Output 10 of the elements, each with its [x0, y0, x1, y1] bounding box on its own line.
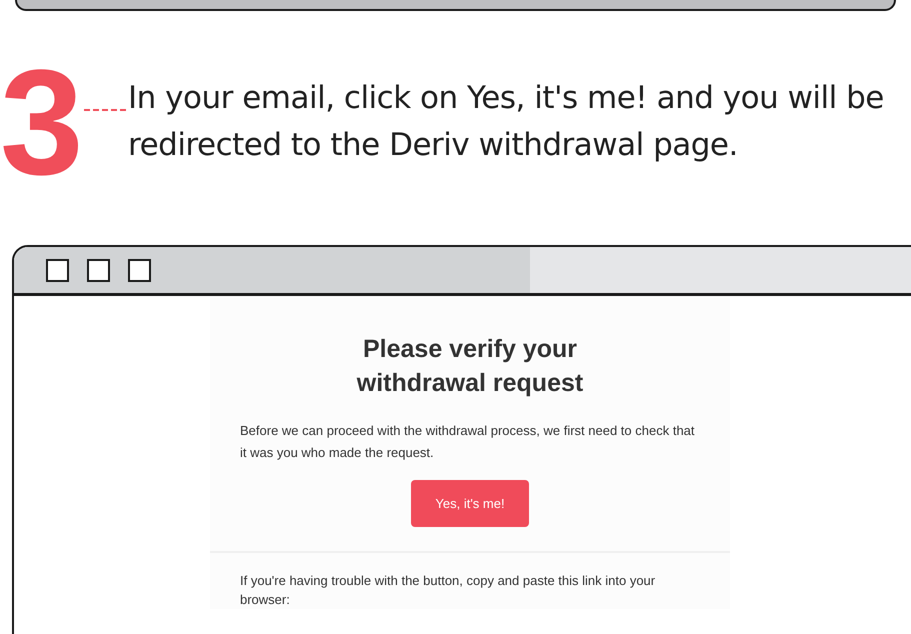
- dotted-leader-line: [84, 109, 126, 111]
- email-heading: Please verify your withdrawal request: [356, 334, 584, 399]
- window-control-icon[interactable]: [87, 258, 110, 282]
- step-number: 3: [0, 47, 84, 197]
- window-control-icon[interactable]: [128, 258, 151, 282]
- step-instruction: In your email, click on Yes, it's me! and you will be redirected to the Deriv withdrawal page.: [128, 79, 885, 165]
- confirm-button[interactable]: Yes, it's me!: [411, 480, 529, 527]
- window-control-icon[interactable]: [46, 258, 69, 282]
- email-intro: Before we can proceed with the withdrawal process, we first need to check that it was you who made the request.: [239, 422, 696, 462]
- email-fallback-text: If you're having trouble with the button, copy and paste this link into your browser:: [239, 572, 656, 609]
